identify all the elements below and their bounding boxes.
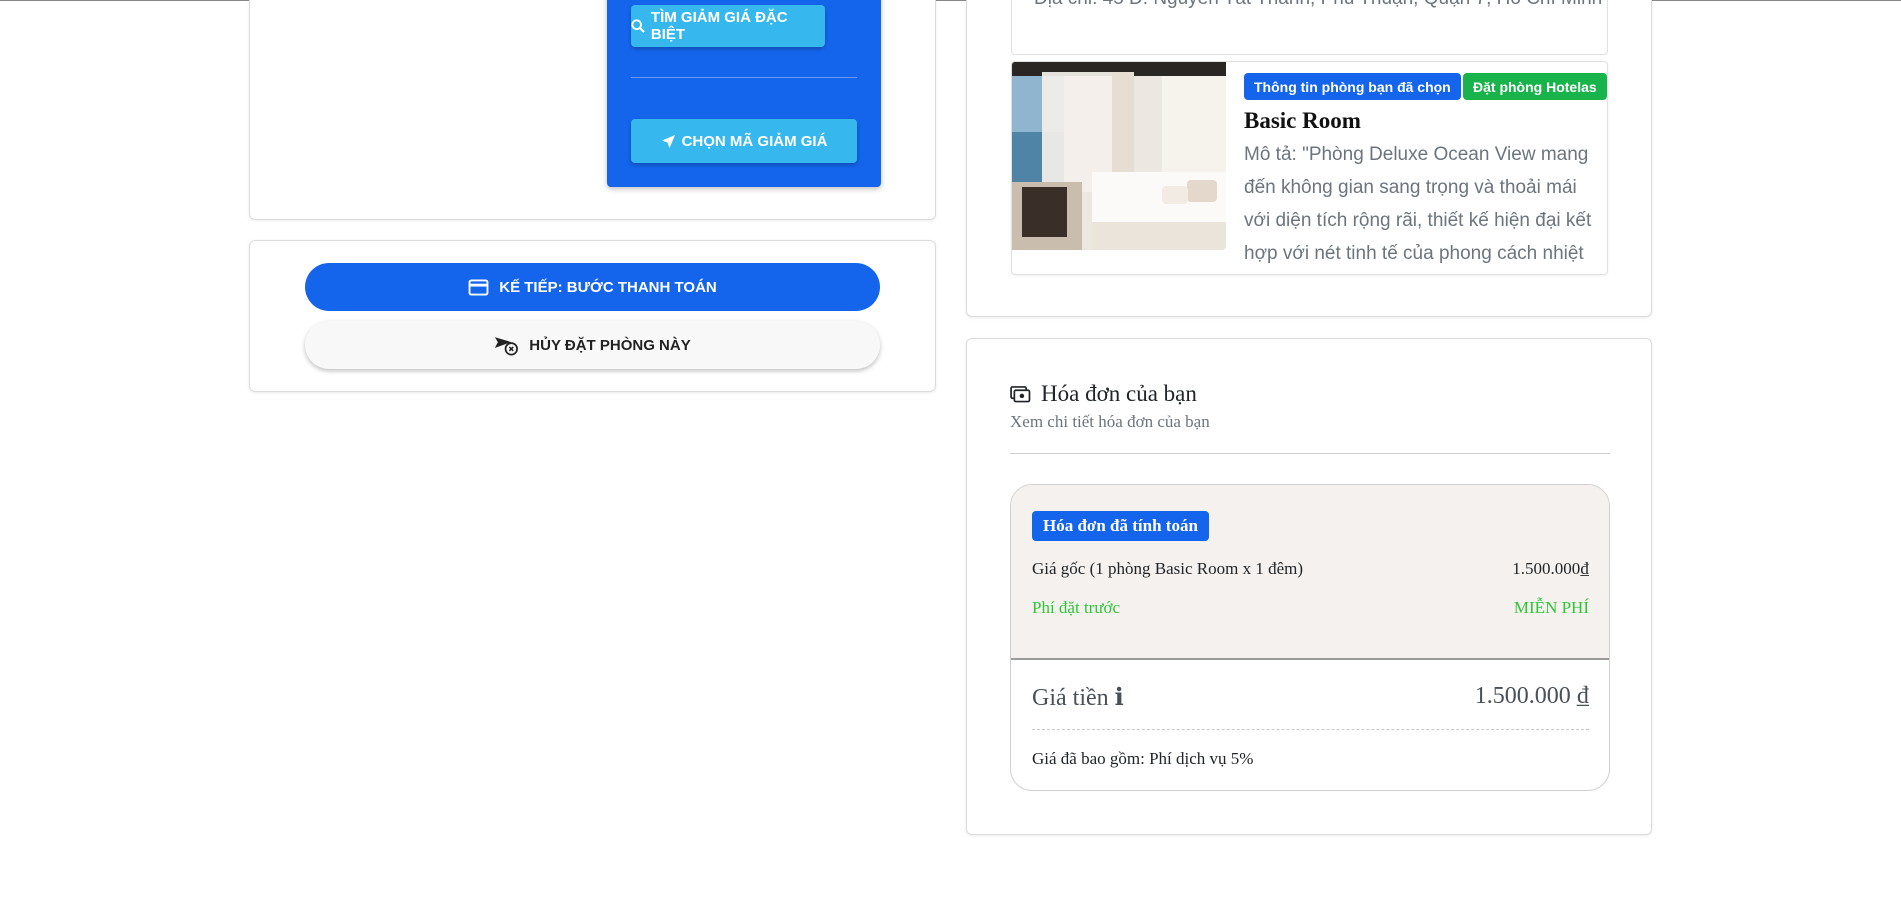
- cancel-plane-clock-icon: [495, 337, 519, 356]
- choose-discount-code-button[interactable]: CHỌN MÃ GIẢM GIÁ: [631, 119, 857, 163]
- panel-divider: [631, 77, 857, 78]
- invoice-card: Hóa đơn của bạn Xem chi tiết hóa đơn của…: [966, 338, 1652, 835]
- invoice-title: Hóa đơn của bạn: [1041, 381, 1197, 406]
- total-price-row: Giá tiền ℹ 1.500.000 ₫: [1032, 683, 1589, 712]
- discount-card: TÌM GIẢM GIÁ ĐẶC BIỆT CHỌN MÃ GIẢM GIÁ: [249, 0, 936, 220]
- actions-card: KẾ TIẾP: BƯỚC THANH TOÁN HỦY ĐẶT PHÒNG N…: [249, 240, 936, 392]
- invoice-subtitle: Xem chi tiết hóa đơn của bạn: [1010, 412, 1210, 431]
- booking-fee-label: Phí đặt trước: [1032, 598, 1121, 617]
- original-price-value: 1.500.000₫: [1512, 559, 1589, 578]
- next-payment-step-button[interactable]: KẾ TIẾP: BƯỚC THANH TOÁN: [305, 263, 880, 311]
- cancel-booking-label: HỦY ĐẶT PHÒNG NÀY: [529, 336, 691, 354]
- selected-room-badge: Thông tin phòng bạn đã chọn: [1244, 73, 1461, 100]
- total-price-value: 1.500.000 ₫: [1474, 683, 1589, 709]
- original-price-row: Giá gốc (1 phòng Basic Room x 1 đêm) 1.5…: [1032, 559, 1589, 579]
- booking-fee-row: Phí đặt trước MIỄN PHÍ: [1032, 598, 1589, 618]
- booking-fee-value: MIỄN PHÍ: [1513, 598, 1589, 617]
- total-divider: [1032, 729, 1589, 730]
- price-included-note: Giá đã bao gồm: Phí dịch vụ 5%: [1032, 749, 1254, 768]
- room-title: Basic Room: [1244, 108, 1361, 133]
- selected-room-box: Thông tin phòng bạn đã chọn Đặt phòng Ho…: [1011, 61, 1608, 275]
- total-price-label: Giá tiền ℹ: [1032, 685, 1124, 711]
- choose-discount-code-label: CHỌN MÃ GIẢM GIÁ: [681, 132, 828, 150]
- search-special-discount-button[interactable]: TÌM GIẢM GIÁ ĐẶC BIỆT: [631, 5, 825, 47]
- invoice-divider: [1010, 453, 1610, 454]
- original-price-label: Giá gốc (1 phòng Basic Room x 1 đêm): [1032, 559, 1304, 578]
- send-arrow-icon: [661, 134, 675, 148]
- search-special-discount-label: TÌM GIẢM GIÁ ĐẶC BIỆT: [650, 9, 788, 43]
- hotel-address: Địa chỉ: 45 Đ. Nguyễn Tất Thành, Phú Thu…: [1034, 0, 1602, 10]
- credit-card-icon: [468, 278, 489, 296]
- calculated-invoice-badge: Hóa đơn đã tính toán: [1032, 511, 1209, 541]
- search-icon: [631, 19, 645, 33]
- cancel-booking-button[interactable]: HỦY ĐẶT PHÒNG NÀY: [305, 321, 880, 369]
- invoice-summary-box: Hóa đơn đã tính toán Giá gốc (1 phòng Ba…: [1010, 484, 1610, 791]
- invoice-money-icon: [1010, 386, 1031, 403]
- hotel-address-box: Địa chỉ: 45 Đ. Nguyễn Tất Thành, Phú Thu…: [1011, 0, 1608, 55]
- room-photo: [1012, 62, 1226, 250]
- invoice-breakdown: Hóa đơn đã tính toán Giá gốc (1 phòng Ba…: [1011, 485, 1609, 660]
- hotelas-booking-badge: Đặt phòng Hotelas: [1463, 73, 1607, 100]
- room-info-card: Địa chỉ: 45 Đ. Nguyễn Tất Thành, Phú Thu…: [966, 0, 1652, 317]
- discount-panel: TÌM GIẢM GIÁ ĐẶC BIỆT CHỌN MÃ GIẢM GIÁ: [607, 0, 881, 187]
- room-description: Mô tả: "Phòng Deluxe Ocean View mang đến…: [1244, 144, 1592, 264]
- next-payment-step-label: KẾ TIẾP: BƯỚC THANH TOÁN: [499, 278, 717, 296]
